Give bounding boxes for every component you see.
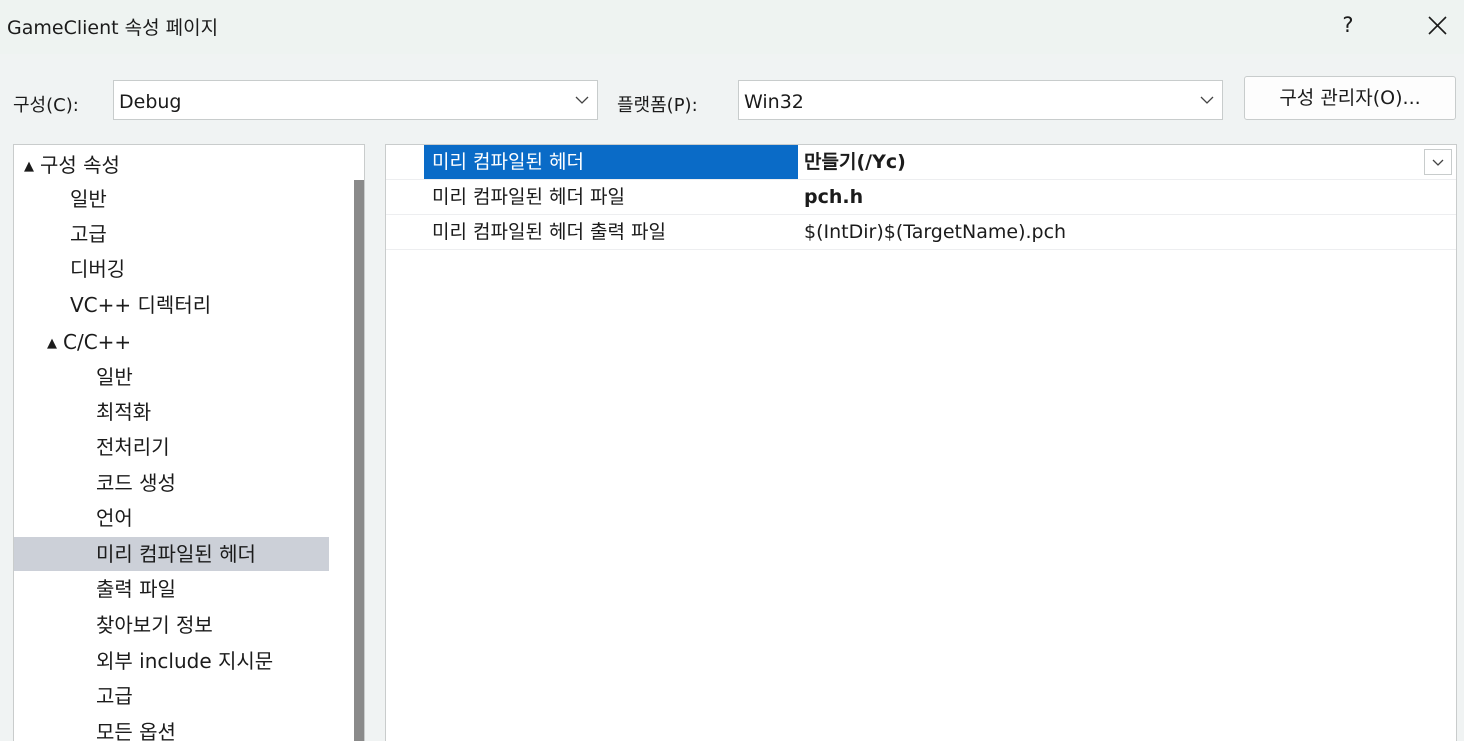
tree-item-cpp-general[interactable]: 일반	[14, 360, 133, 394]
chevron-down-icon	[1432, 159, 1444, 166]
tree-item-cpp-advanced[interactable]: 고급	[14, 679, 133, 713]
close-icon[interactable]	[1420, 10, 1454, 42]
property-tree: ▲ 구성 속성 일반 고급 디버깅 VC++ 디렉터리 ▲ C/C++ 일반 최적화…	[13, 144, 365, 741]
tree-item-external-includes[interactable]: 외부 include 지시문	[14, 644, 273, 678]
config-label: 구성(C):	[13, 95, 79, 116]
property-value[interactable]: pch.h	[804, 180, 863, 214]
scrollbar-thumb[interactable]	[354, 180, 364, 741]
config-manager-button[interactable]: 구성 관리자(O)...	[1244, 76, 1456, 120]
config-dropdown[interactable]: Debug	[113, 80, 598, 120]
property-row[interactable]: 미리 컴파일된 헤더 만들기(/Yc)	[386, 145, 1456, 180]
tree-item-label: C/C++	[63, 330, 132, 354]
tree-item-optimization[interactable]: 최적화	[14, 395, 151, 429]
tree-item-debugging[interactable]: 디버깅	[14, 252, 125, 286]
platform-value: Win32	[744, 91, 804, 113]
tree-item-vc-directories[interactable]: VC++ 디렉터리	[14, 288, 211, 322]
tree-item-precompiled-headers[interactable]: 미리 컴파일된 헤더	[14, 537, 329, 571]
tree-scrollbar[interactable]	[354, 180, 364, 741]
platform-label: 플랫폼(P):	[617, 95, 698, 116]
collapse-icon[interactable]: ▲	[47, 327, 57, 361]
property-name[interactable]: 미리 컴파일된 헤더 파일	[424, 180, 798, 214]
property-name[interactable]: 미리 컴파일된 헤더	[424, 145, 798, 179]
property-grid: 미리 컴파일된 헤더 만들기(/Yc) 미리 컴파일된 헤더 파일 pch.h …	[385, 144, 1457, 741]
platform-dropdown[interactable]: Win32	[738, 80, 1223, 120]
tree-item-config-properties[interactable]: ▲ 구성 속성	[14, 148, 120, 182]
tree-item-language[interactable]: 언어	[14, 501, 133, 535]
value-dropdown-button[interactable]	[1424, 149, 1452, 175]
property-row[interactable]: 미리 컴파일된 헤더 출력 파일 $(IntDir)$(TargetName).…	[386, 215, 1456, 250]
tree-item-label: 구성 속성	[40, 153, 120, 177]
config-value: Debug	[119, 91, 182, 113]
property-value[interactable]: 만들기(/Yc)	[804, 145, 906, 179]
collapse-icon[interactable]: ▲	[24, 150, 34, 184]
property-value[interactable]: $(IntDir)$(TargetName).pch	[804, 215, 1066, 249]
tree-item-advanced[interactable]: 고급	[14, 217, 107, 251]
help-button[interactable]: ?	[1333, 10, 1363, 40]
window-title: GameClient 속성 페이지	[7, 17, 219, 39]
tree-item-all-options[interactable]: 모든 옵션	[14, 715, 176, 741]
chevron-down-icon	[1200, 96, 1214, 104]
tree-item-preprocessor[interactable]: 전처리기	[14, 430, 170, 464]
tree-item-cpp[interactable]: ▲ C/C++	[14, 325, 131, 359]
tree-item-output-files[interactable]: 출력 파일	[14, 572, 176, 606]
tree-item-code-generation[interactable]: 코드 생성	[14, 466, 176, 500]
tree-item-browse-information[interactable]: 찾아보기 정보	[14, 608, 213, 642]
chevron-down-icon	[575, 96, 589, 104]
title-bar: GameClient 속성 페이지 ?	[0, 0, 1464, 54]
tree-item-general[interactable]: 일반	[14, 182, 107, 216]
property-name[interactable]: 미리 컴파일된 헤더 출력 파일	[424, 215, 798, 249]
property-row[interactable]: 미리 컴파일된 헤더 파일 pch.h	[386, 180, 1456, 215]
